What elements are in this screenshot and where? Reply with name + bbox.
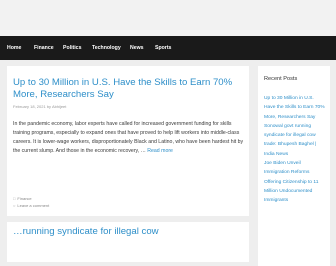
recent-post-link[interactable]: Sonowal govt running syndicate for illeg… <box>264 122 326 159</box>
post-author[interactable]: Abhijeet <box>52 104 66 109</box>
nav-item-finance[interactable]: Finance <box>34 36 54 60</box>
comment-icon: ○ <box>13 202 16 208</box>
site-header <box>0 0 336 36</box>
nav-item-sports[interactable]: Sports <box>155 36 171 60</box>
recent-posts-list: Up to 30 Million in U.S. Have the Skills… <box>264 94 326 206</box>
sidebar: Recent Posts Up to 30 Million in U.S. Ha… <box>258 66 330 266</box>
read-more-link[interactable]: Read more <box>147 148 173 154</box>
post-card: Up to 30 Million in U.S. Have the Skills… <box>7 66 249 216</box>
post-by: by <box>46 104 52 109</box>
main-navigation: Home Finance Politics Technology News Sp… <box>0 36 336 60</box>
recent-post-link[interactable]: Up to 30 Million in U.S. Have the Skills… <box>264 94 326 122</box>
post-footer: □ Finance ○ Leave a comment <box>13 196 213 209</box>
nav-item-home[interactable]: Home <box>7 36 21 60</box>
nav-item-technology[interactable]: Technology <box>92 36 121 60</box>
post-meta: February 18, 2021 by Abhijeet <box>13 104 243 109</box>
post-title[interactable]: …running syndicate for illegal cow <box>13 226 249 238</box>
post-title[interactable]: Up to 30 Million in U.S. Have the Skills… <box>13 77 243 100</box>
post-card: …running syndicate for illegal cow <box>7 222 249 262</box>
post-date[interactable]: February 18, 2021 <box>13 104 46 109</box>
recent-posts-heading: Recent Posts <box>264 76 298 82</box>
nav-item-politics[interactable]: Politics <box>63 36 81 60</box>
recent-post-link[interactable]: Joe Biden Unveil Immigration Reforms Off… <box>264 159 326 205</box>
leave-comment-link[interactable]: Leave a comment <box>17 203 49 210</box>
nav-item-news[interactable]: News <box>130 36 144 60</box>
post-excerpt-text: In the pandemic economy, labor experts h… <box>13 121 244 154</box>
post-excerpt: In the pandemic economy, labor experts h… <box>13 120 246 156</box>
